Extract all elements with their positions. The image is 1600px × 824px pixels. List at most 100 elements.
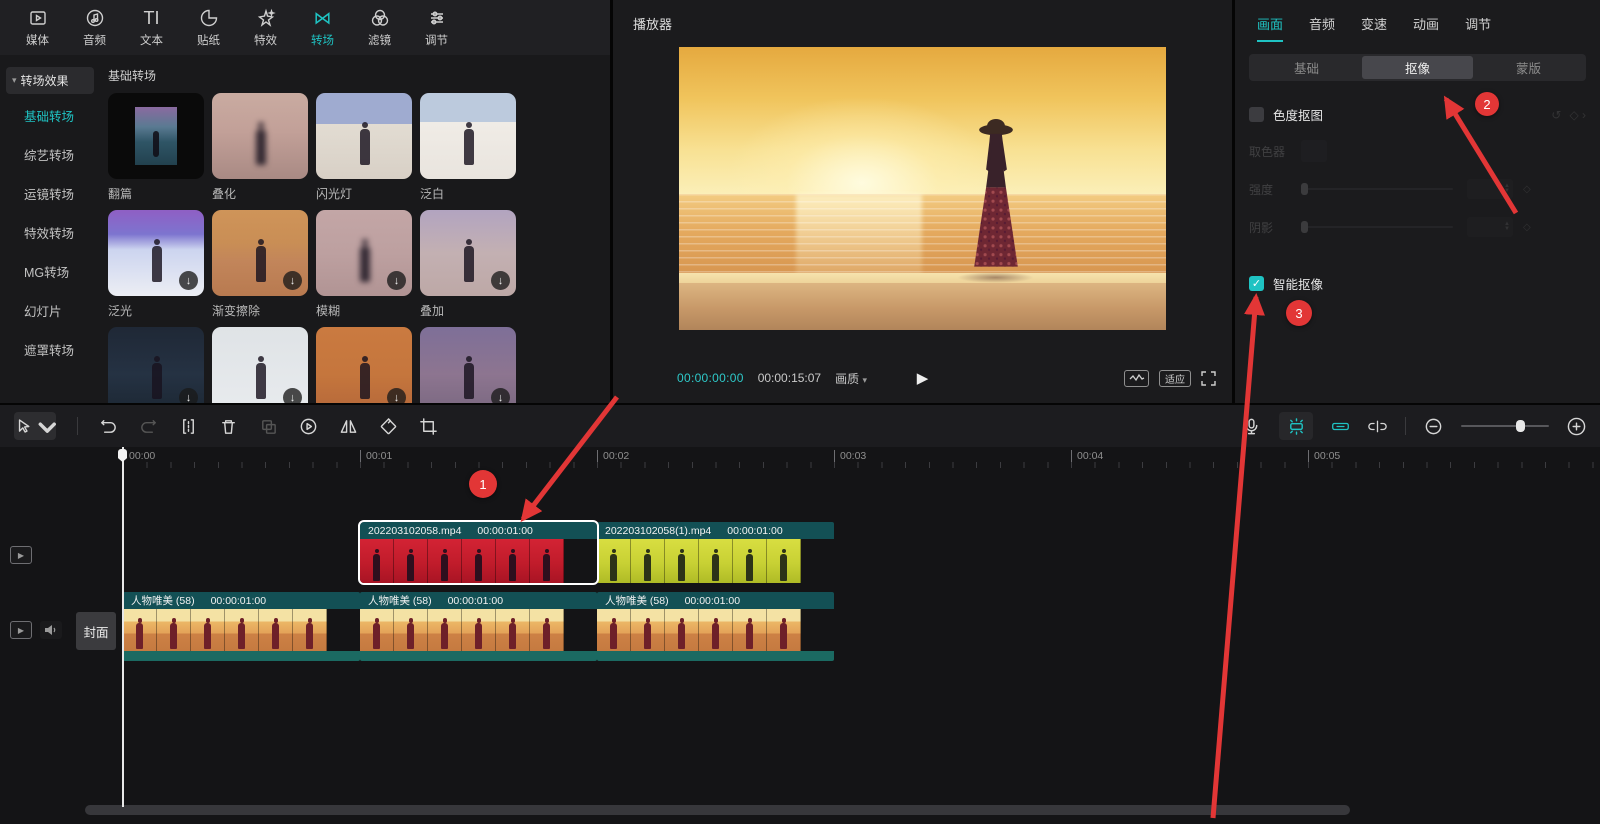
inspector-subtab[interactable]: 抠像 bbox=[1362, 56, 1473, 79]
transition-card[interactable]: 翻篇 bbox=[108, 93, 204, 202]
smart-tool-icon[interactable] bbox=[1279, 412, 1313, 440]
transition-card[interactable]: 泛白 bbox=[420, 93, 516, 202]
video-preview[interactable] bbox=[679, 47, 1166, 330]
cover-button[interactable]: 封面 bbox=[76, 612, 116, 650]
sidebar-item[interactable]: 幻灯片 bbox=[0, 291, 100, 330]
sidebar-group-transitions[interactable]: ▾ 转场效果 bbox=[6, 67, 94, 94]
transition-card[interactable]: ↓ bbox=[316, 327, 412, 403]
sidebar-item[interactable]: 运镜转场 bbox=[0, 174, 100, 213]
toolbar-item-media[interactable]: 媒体 bbox=[10, 7, 65, 48]
toolbar-item-text[interactable]: TI 文本 bbox=[124, 7, 179, 48]
sidebar-item[interactable]: 遮罩转场 bbox=[0, 330, 100, 369]
timeline-ruler[interactable]: 00:00 00:01 00:02 00:03 00:04 00:05 bbox=[0, 447, 1600, 468]
inspector-tab[interactable]: 音频 bbox=[1309, 14, 1335, 42]
transition-card[interactable]: ↓ 泛光 bbox=[108, 210, 204, 319]
zoom-slider-thumb[interactable] bbox=[1515, 420, 1525, 432]
sidebar-item[interactable]: 基础转场 bbox=[0, 96, 100, 135]
transition-card[interactable]: ↓ 模糊 bbox=[316, 210, 412, 319]
sidebar-item[interactable]: MG转场 bbox=[0, 252, 100, 291]
inspector-tab[interactable]: 画面 bbox=[1257, 14, 1284, 42]
slider-track[interactable] bbox=[1301, 183, 1453, 195]
inspector-subtab[interactable]: 蒙版 bbox=[1473, 56, 1584, 79]
value-input[interactable]: ▲ ▼ bbox=[1467, 179, 1513, 199]
chroma-key-checkbox[interactable] bbox=[1249, 107, 1264, 122]
timeline-clip[interactable]: 202203102058(1).mp4 00:00:01:00 bbox=[597, 522, 834, 583]
inspector-tab[interactable]: 动画 bbox=[1413, 14, 1439, 42]
link-icon[interactable] bbox=[1331, 417, 1350, 436]
timeline-zoom-slider[interactable] bbox=[1461, 420, 1549, 432]
keyframe-icon[interactable]: ◇ bbox=[1523, 184, 1531, 195]
toolbar-item-effects[interactable]: 特效 bbox=[238, 7, 293, 48]
stepper-icon[interactable]: ▲ ▼ bbox=[1504, 221, 1510, 232]
inspector-tab[interactable]: 变速 bbox=[1361, 14, 1387, 42]
mirror-icon[interactable] bbox=[339, 417, 358, 436]
timeline-clip[interactable]: 人物唯美 (58) 00:00:01:00 bbox=[123, 592, 360, 661]
split-icon[interactable] bbox=[179, 417, 198, 436]
crop-icon[interactable] bbox=[419, 417, 438, 436]
inspector-subtab[interactable]: 基础 bbox=[1251, 56, 1362, 79]
play-button[interactable]: ▶ bbox=[917, 369, 929, 387]
transition-name: 翻篇 bbox=[108, 187, 133, 201]
transition-card[interactable]: 叠化 bbox=[212, 93, 308, 202]
keyframe-icon[interactable]: ◇ › bbox=[1569, 108, 1586, 122]
transition-card[interactable]: ↓ bbox=[212, 327, 308, 403]
value-input[interactable]: ▲ ▼ bbox=[1467, 217, 1513, 237]
transition-card[interactable]: ↓ 渐变擦除 bbox=[212, 210, 308, 319]
toolbar-item-filter[interactable]: 滤镜 bbox=[352, 7, 407, 48]
figure-silhouette bbox=[256, 356, 267, 400]
film-frame bbox=[293, 609, 327, 651]
reset-icon[interactable]: ↺ bbox=[1551, 108, 1561, 122]
clip-name: 人物唯美 (58) bbox=[368, 595, 432, 607]
mic-icon[interactable] bbox=[1242, 417, 1261, 436]
stepper-icon[interactable]: ▲ ▼ bbox=[1504, 183, 1510, 194]
delete-icon[interactable] bbox=[219, 417, 238, 436]
zoom-in-icon[interactable] bbox=[1567, 417, 1586, 436]
transition-card[interactable]: ↓ 叠加 bbox=[420, 210, 516, 319]
smart-matting-checkbox[interactable]: ✓ bbox=[1249, 276, 1264, 291]
film-frame bbox=[496, 609, 530, 651]
clip-name: 202203102058.mp4 bbox=[368, 524, 462, 537]
toolbar-item-sticker[interactable]: 贴纸 bbox=[181, 7, 236, 48]
film-frame bbox=[259, 609, 293, 651]
transition-card[interactable]: 闪光灯 bbox=[316, 93, 412, 202]
timeline-clip[interactable]: 人物唯美 (58) 00:00:01:00 bbox=[360, 592, 597, 661]
sidebar-item[interactable]: 特效转场 bbox=[0, 213, 100, 252]
clip-header: 人物唯美 (58) 00:00:01:00 bbox=[360, 592, 597, 609]
slider-track[interactable] bbox=[1301, 221, 1453, 233]
beach-sand bbox=[679, 283, 1166, 330]
fullscreen-icon[interactable] bbox=[1201, 370, 1216, 386]
redo-icon[interactable] bbox=[139, 417, 158, 436]
horizontal-scrollbar[interactable] bbox=[85, 805, 1350, 815]
slider-thumb[interactable] bbox=[1301, 221, 1308, 233]
toolbar-item-audio[interactable]: 音频 bbox=[67, 7, 122, 48]
color-swatch[interactable] bbox=[1301, 140, 1327, 162]
mirror-preview-icon[interactable] bbox=[1124, 369, 1149, 387]
figure-silhouette bbox=[256, 239, 267, 283]
overlay-track-toggle-icon[interactable]: ▶ bbox=[10, 546, 32, 564]
toolbar-item-transition[interactable]: ⋈ 转场 bbox=[295, 7, 350, 48]
inspector-tab[interactable]: 调节 bbox=[1465, 14, 1491, 42]
mute-track-icon[interactable] bbox=[40, 621, 62, 639]
speed-icon[interactable] bbox=[299, 417, 318, 436]
transition-card[interactable]: ↓ bbox=[108, 327, 204, 403]
adsorb-icon[interactable] bbox=[1368, 417, 1387, 436]
download-icon: ↓ bbox=[179, 271, 198, 290]
toolbar-item-adjust[interactable]: 调节 bbox=[409, 7, 464, 48]
transition-card[interactable]: ↓ bbox=[420, 327, 516, 403]
zoom-out-icon[interactable] bbox=[1424, 417, 1443, 436]
rotate-icon[interactable] bbox=[379, 417, 398, 436]
slider-thumb[interactable] bbox=[1301, 183, 1308, 195]
undo-icon[interactable] bbox=[99, 417, 118, 436]
transition-thumbnail: ↓ bbox=[316, 327, 412, 403]
effects-icon bbox=[256, 7, 276, 29]
fit-button[interactable]: 适应 bbox=[1159, 369, 1191, 387]
quality-dropdown[interactable]: 画质 ▾ bbox=[835, 370, 867, 387]
keyframe-icon[interactable]: ◇ bbox=[1523, 222, 1531, 233]
timeline-clip[interactable]: 人物唯美 (58) 00:00:01:00 bbox=[597, 592, 834, 661]
timeline-clip[interactable]: 202203102058.mp4 00:00:01:00 bbox=[358, 520, 599, 585]
select-tool-icon[interactable] bbox=[14, 412, 56, 440]
sidebar-item[interactable]: 综艺转场 bbox=[0, 135, 100, 174]
copy-icon[interactable] bbox=[259, 417, 278, 436]
main-track-toggle-icon[interactable]: ▶ bbox=[10, 621, 32, 639]
film-frame bbox=[462, 609, 496, 651]
